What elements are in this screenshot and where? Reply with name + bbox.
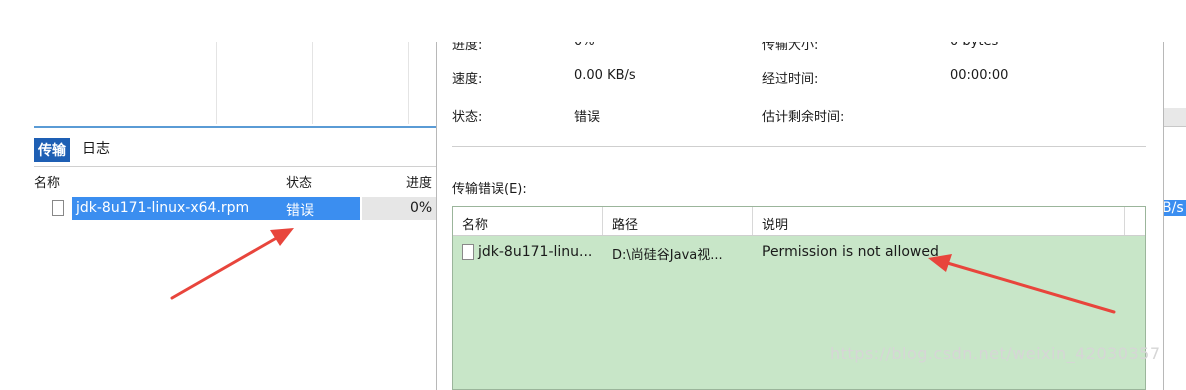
arrow-to-error-desc (928, 254, 1116, 314)
arrow-to-status (170, 228, 294, 300)
annotation-arrows (170, 228, 1116, 314)
